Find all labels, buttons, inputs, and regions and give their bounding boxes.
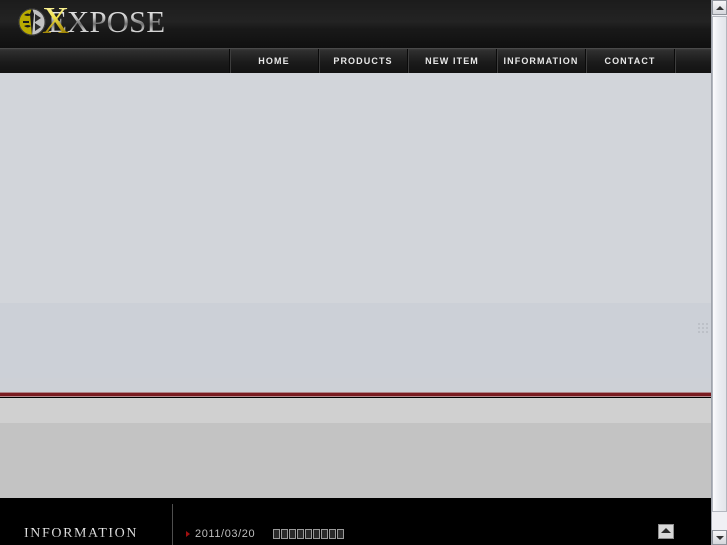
nav-item-new-item[interactable]: NEW ITEM xyxy=(407,49,496,73)
news-date: 2011/03/20 xyxy=(195,528,256,540)
main-navigation: HOME PRODUCTS NEW ITEM INFORMATION CONTA… xyxy=(0,48,711,73)
missing-glyph xyxy=(289,529,297,539)
resize-grip-icon[interactable] xyxy=(698,323,709,334)
missing-glyph xyxy=(305,529,313,539)
lower-band-upper xyxy=(0,398,711,423)
browser-page: EXPOSE X HOME PRODUCTS NEW ITEM INFORMAT… xyxy=(0,0,727,545)
page-top-arrow-icon xyxy=(661,528,671,533)
missing-glyph xyxy=(329,529,337,539)
nav-item-information[interactable]: INFORMATION xyxy=(496,49,585,73)
site-logo-accent-letter: X xyxy=(42,0,70,42)
nav-item-contact[interactable]: CONTACT xyxy=(585,49,675,73)
footer-vertical-divider xyxy=(172,504,173,545)
nav-item-label: HOME xyxy=(258,56,290,66)
content-band-upper xyxy=(0,73,711,303)
nav-item-label: INFORMATION xyxy=(503,56,579,66)
vertical-scrollbar[interactable] xyxy=(711,0,727,545)
red-triangle-bullet-icon xyxy=(186,531,190,537)
scrollbar-down-button[interactable] xyxy=(712,530,727,545)
scrollbar-thumb[interactable] xyxy=(712,16,727,512)
missing-glyph xyxy=(321,529,329,539)
scroll-down-arrow-icon xyxy=(715,535,724,540)
missing-glyph xyxy=(281,529,289,539)
site-header: EXPOSE X xyxy=(0,0,711,48)
content-band-lower xyxy=(0,378,711,392)
missing-glyph xyxy=(273,529,281,539)
missing-glyph xyxy=(297,529,305,539)
missing-glyph xyxy=(313,529,321,539)
news-list: 2011/03/20 xyxy=(186,528,345,540)
news-list-item[interactable]: 2011/03/20 xyxy=(186,528,345,540)
nav-item-label: NEW ITEM xyxy=(425,56,479,66)
missing-glyph xyxy=(337,529,345,539)
scrollbar-up-button[interactable] xyxy=(712,0,727,15)
main-content-area xyxy=(0,73,711,392)
nav-item-label: CONTACT xyxy=(604,56,656,66)
nav-item-home[interactable]: HOME xyxy=(229,49,318,73)
nav-item-label: PRODUCTS xyxy=(333,56,393,66)
nav-tail xyxy=(675,49,711,73)
nav-item-products[interactable]: PRODUCTS xyxy=(318,49,407,73)
scroll-up-arrow-icon xyxy=(715,5,724,10)
footer-section-title: INFORMATION xyxy=(24,526,139,541)
site-logo[interactable]: EXPOSE X xyxy=(17,0,165,42)
lower-band-lower xyxy=(0,423,711,498)
page-viewport: EXPOSE X HOME PRODUCTS NEW ITEM INFORMAT… xyxy=(0,0,711,545)
page-top-button[interactable] xyxy=(658,524,674,539)
news-title[interactable] xyxy=(273,529,345,539)
